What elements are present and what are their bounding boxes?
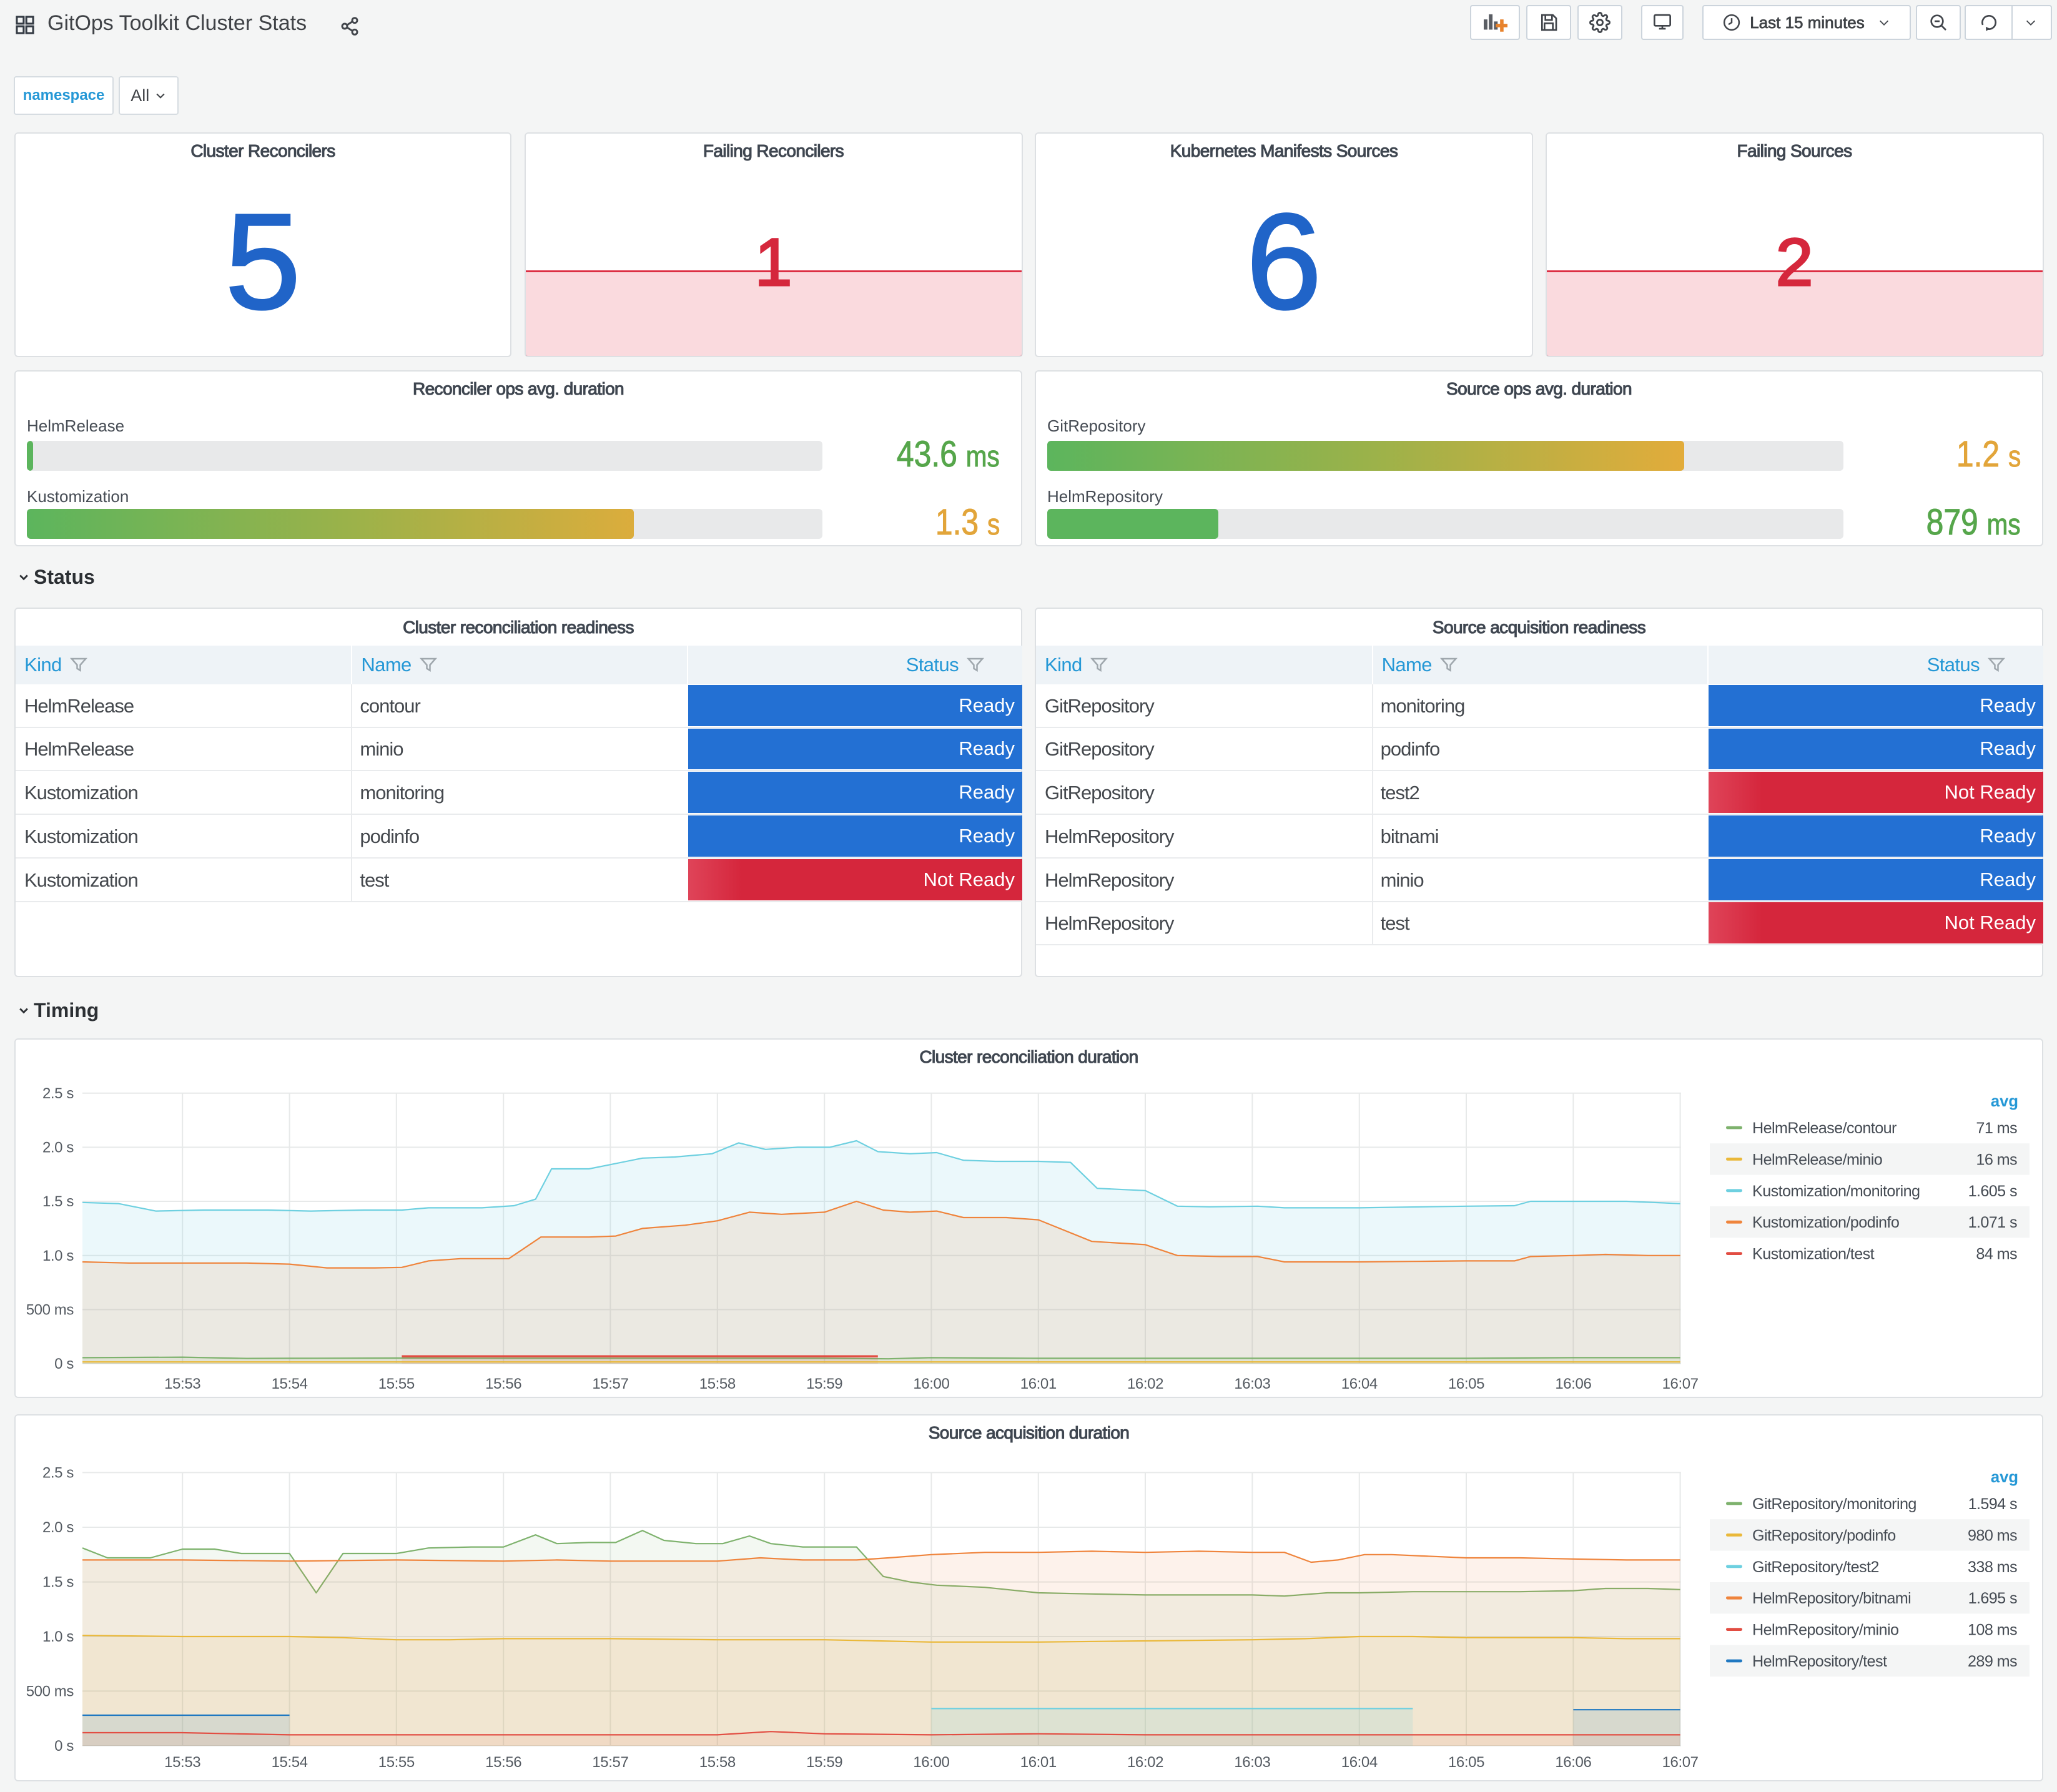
svg-text:15:55: 15:55 — [378, 1754, 415, 1771]
svg-text:15:59: 15:59 — [806, 1754, 842, 1771]
svg-text:1.5 s: 1.5 s — [42, 1574, 74, 1591]
svg-text:16:00: 16:00 — [913, 1376, 949, 1392]
svg-text:16:01: 16:01 — [1020, 1754, 1057, 1771]
svg-text:2.0 s: 2.0 s — [42, 1139, 74, 1156]
svg-text:15:58: 15:58 — [699, 1754, 736, 1771]
svg-text:16:03: 16:03 — [1234, 1376, 1270, 1392]
svg-text:1.0 s: 1.0 s — [42, 1248, 74, 1264]
svg-text:16:05: 16:05 — [1448, 1754, 1484, 1771]
svg-text:Kustomization/monitoring: Kustomization/monitoring — [1752, 1183, 1920, 1200]
svg-text:1.5 s: 1.5 s — [42, 1193, 74, 1210]
svg-text:15:56: 15:56 — [485, 1754, 521, 1771]
svg-text:1.695 s: 1.695 s — [1968, 1590, 2017, 1607]
svg-text:GitRepository/podinfo: GitRepository/podinfo — [1752, 1527, 1896, 1544]
svg-text:980 ms: 980 ms — [1968, 1527, 2017, 1544]
svg-text:16:07: 16:07 — [1662, 1754, 1699, 1771]
svg-text:15:58: 15:58 — [699, 1376, 736, 1392]
svg-text:71 ms: 71 ms — [1976, 1120, 2017, 1137]
svg-text:15:54: 15:54 — [272, 1376, 308, 1392]
svg-text:16:04: 16:04 — [1341, 1376, 1378, 1392]
svg-text:2.0 s: 2.0 s — [42, 1519, 74, 1536]
svg-text:15:57: 15:57 — [592, 1754, 628, 1771]
svg-text:HelmRepository/test: HelmRepository/test — [1752, 1653, 1887, 1670]
svg-text:16:06: 16:06 — [1555, 1754, 1591, 1771]
svg-text:avg: avg — [1991, 1093, 2018, 1110]
svg-text:GitRepository/test2: GitRepository/test2 — [1752, 1558, 1879, 1576]
svg-text:16:05: 16:05 — [1448, 1376, 1484, 1392]
svg-text:16:01: 16:01 — [1020, 1376, 1057, 1392]
svg-text:16:07: 16:07 — [1662, 1376, 1699, 1392]
svg-text:84 ms: 84 ms — [1976, 1246, 2017, 1263]
svg-text:289 ms: 289 ms — [1968, 1653, 2017, 1670]
svg-text:15:56: 15:56 — [485, 1376, 521, 1392]
svg-text:HelmRepository/minio: HelmRepository/minio — [1752, 1622, 1898, 1639]
svg-text:108 ms: 108 ms — [1968, 1622, 2017, 1639]
svg-text:15:59: 15:59 — [806, 1376, 842, 1392]
svg-text:16:02: 16:02 — [1127, 1754, 1163, 1771]
svg-text:16:06: 16:06 — [1555, 1376, 1591, 1392]
svg-text:GitRepository/monitoring: GitRepository/monitoring — [1752, 1495, 1916, 1513]
svg-text:16 ms: 16 ms — [1976, 1151, 2017, 1168]
svg-text:500 ms: 500 ms — [26, 1683, 74, 1700]
svg-text:338 ms: 338 ms — [1968, 1558, 2017, 1576]
svg-text:HelmRelease/minio: HelmRelease/minio — [1752, 1151, 1882, 1168]
svg-text:HelmRepository/bitnami: HelmRepository/bitnami — [1752, 1590, 1911, 1607]
svg-text:15:57: 15:57 — [592, 1376, 628, 1392]
svg-text:2.5 s: 2.5 s — [42, 1085, 74, 1102]
svg-text:HelmRelease/contour: HelmRelease/contour — [1752, 1120, 1897, 1137]
svg-text:1.594 s: 1.594 s — [1968, 1495, 2017, 1513]
svg-text:16:04: 16:04 — [1341, 1754, 1378, 1771]
svg-text:1.0 s: 1.0 s — [42, 1628, 74, 1645]
svg-text:16:02: 16:02 — [1127, 1376, 1163, 1392]
svg-text:0 s: 0 s — [54, 1738, 74, 1755]
svg-text:500 ms: 500 ms — [26, 1301, 74, 1318]
svg-text:Kustomization/podinfo: Kustomization/podinfo — [1752, 1214, 1899, 1231]
svg-text:2.5 s: 2.5 s — [42, 1464, 74, 1481]
svg-text:0 s: 0 s — [54, 1356, 74, 1372]
svg-text:15:53: 15:53 — [164, 1376, 200, 1392]
svg-text:1.605 s: 1.605 s — [1968, 1183, 2017, 1200]
svg-text:16:00: 16:00 — [913, 1754, 949, 1771]
svg-text:15:55: 15:55 — [378, 1376, 415, 1392]
svg-text:15:54: 15:54 — [272, 1754, 308, 1771]
svg-text:16:03: 16:03 — [1234, 1754, 1270, 1771]
svg-text:avg: avg — [1991, 1469, 2018, 1486]
svg-text:1.071 s: 1.071 s — [1968, 1214, 2017, 1231]
svg-text:15:53: 15:53 — [164, 1754, 200, 1771]
svg-text:Kustomization/test: Kustomization/test — [1752, 1246, 1875, 1263]
